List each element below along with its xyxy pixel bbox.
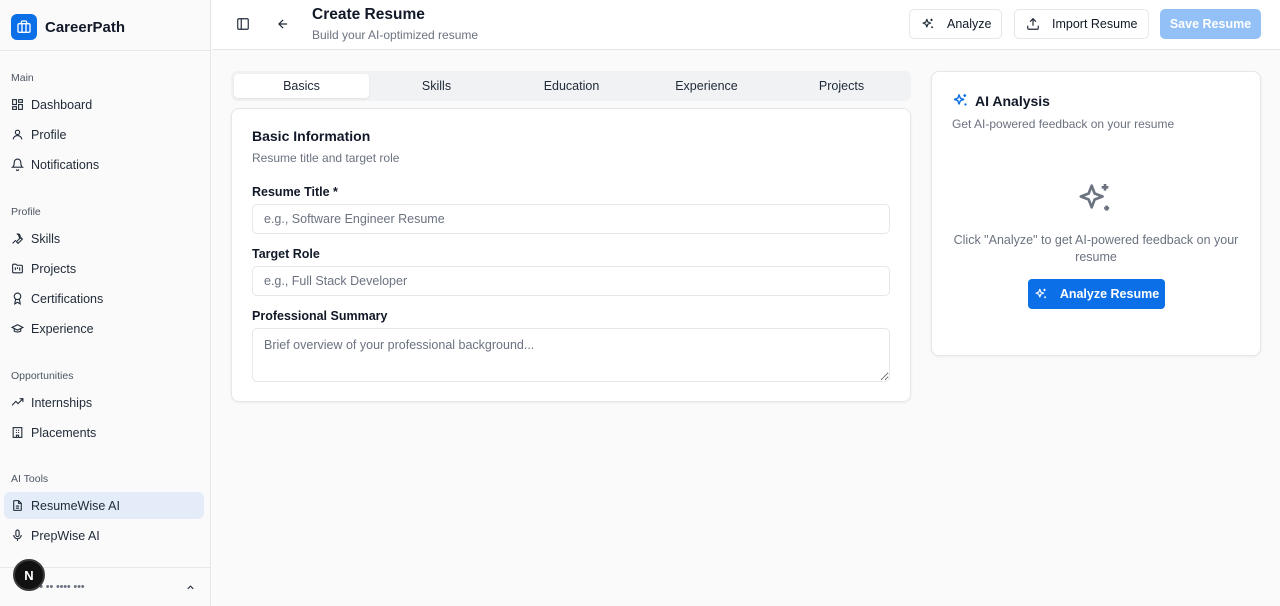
- card-subtitle: Resume title and target role: [252, 151, 400, 165]
- tab-experience[interactable]: Experience: [639, 74, 774, 98]
- sidebar-item-profile[interactable]: Profile: [4, 121, 204, 148]
- chevron-up-icon: [185, 582, 196, 593]
- app-name: CareerPath: [45, 18, 126, 36]
- sidebar-item-prepwise-ai[interactable]: PrepWise AI: [4, 522, 204, 549]
- brand[interactable]: CareerPath: [11, 13, 125, 41]
- sidebar-item-label: Projects: [31, 261, 77, 276]
- page-subtitle: Build your AI-optimized resume: [312, 28, 479, 42]
- award-icon: [11, 292, 24, 305]
- sidebar-item-dashboard[interactable]: Dashboard: [4, 91, 204, 118]
- group-label-main: Main: [11, 72, 34, 84]
- sidebar-item-internships[interactable]: Internships: [4, 389, 204, 416]
- tab-education[interactable]: Education: [504, 74, 639, 98]
- sidebar-item-certifications[interactable]: Certifications: [4, 285, 204, 312]
- sidebar-item-placements[interactable]: Placements: [4, 419, 204, 446]
- page-title: Create Resume: [312, 6, 425, 23]
- sidebar-item-label: PrepWise AI: [31, 528, 100, 543]
- dev-tools-badge[interactable]: N: [13, 559, 45, 591]
- sparkles-icon: [1034, 287, 1048, 301]
- sidebar-item-label: Profile: [31, 127, 67, 142]
- sparkles-icon: [921, 17, 935, 31]
- sidebar-item-label: ResumeWise AI: [31, 498, 120, 513]
- tab-projects[interactable]: Projects: [774, 74, 909, 98]
- building-icon: [11, 426, 24, 439]
- ai-analysis-card: AI Analysis Get AI-powered feedback on y…: [931, 71, 1261, 356]
- import-resume-button[interactable]: Import Resume: [1014, 9, 1149, 39]
- sidebar-item-projects[interactable]: Projects: [4, 255, 204, 282]
- sidebar-item-notifications[interactable]: Notifications: [4, 151, 204, 178]
- group-label-opportunities: Opportunities: [11, 370, 74, 382]
- user-icon: [11, 128, 24, 141]
- sidebar-item-skills[interactable]: Skills: [4, 225, 204, 252]
- sidebar: CareerPath Main Dashboard Profile Notifi…: [0, 0, 211, 606]
- sidebar-item-label: Placements: [31, 425, 97, 440]
- target-role-input[interactable]: [252, 266, 890, 296]
- basic-information-card: Basic Information Resume title and targe…: [231, 108, 911, 402]
- analyze-button-label: Analyze: [947, 17, 992, 31]
- trending-up-icon: [11, 396, 24, 409]
- sidebar-item-label: Skills: [31, 231, 61, 246]
- tab-skills[interactable]: Skills: [369, 74, 504, 98]
- resume-title-label: Resume Title *: [252, 185, 338, 199]
- wrench-icon: [11, 232, 24, 245]
- card-title: Basic Information: [252, 128, 371, 144]
- dashboard-icon: [11, 98, 24, 111]
- bell-icon: [11, 158, 24, 171]
- empty-state-text: Click "Analyze" to get AI-powered feedba…: [953, 233, 1239, 264]
- analyze-resume-button[interactable]: Analyze Resume: [1028, 279, 1165, 309]
- professional-summary-label: Professional Summary: [252, 309, 388, 323]
- upload-icon: [1026, 17, 1040, 31]
- sparkles-large-icon: [1075, 179, 1115, 219]
- import-resume-button-label: Import Resume: [1052, 17, 1138, 31]
- resume-section-tabs: Basics Skills Education Experience Proje…: [231, 71, 911, 101]
- save-resume-button[interactable]: Save Resume: [1160, 9, 1261, 39]
- graduation-cap-icon: [11, 322, 24, 335]
- sidebar-item-label: Notifications: [31, 157, 100, 172]
- mic-icon: [11, 529, 24, 542]
- sidebar-item-label: Experience: [31, 321, 94, 336]
- sparkles-icon: [952, 92, 969, 109]
- group-label-profile: Profile: [11, 206, 41, 218]
- back-arrow-icon[interactable]: [274, 15, 292, 33]
- sidebar-item-label: Internships: [31, 395, 93, 410]
- sidebar-item-resumewise-ai[interactable]: ResumeWise AI: [4, 492, 204, 519]
- group-label-ai-tools: AI Tools: [11, 473, 49, 485]
- sidebar-item-label: Certifications: [31, 291, 104, 306]
- divider: [0, 50, 211, 51]
- ai-analysis-header: AI Analysis: [952, 92, 1050, 109]
- header: Create Resume Build your AI-optimized re…: [212, 0, 1280, 50]
- file-text-icon: [11, 499, 24, 512]
- card-title: AI Analysis: [975, 92, 1050, 109]
- target-role-label: Target Role: [252, 247, 320, 261]
- resume-title-input[interactable]: [252, 204, 890, 234]
- tab-basics[interactable]: Basics: [234, 74, 369, 98]
- briefcase-icon: [11, 14, 37, 40]
- folder-kanban-icon: [11, 262, 24, 275]
- sidebar-toggle-icon[interactable]: [234, 15, 252, 33]
- professional-summary-textarea[interactable]: [252, 328, 890, 382]
- analyze-button[interactable]: Analyze: [909, 9, 1002, 39]
- card-subtitle: Get AI-powered feedback on your resume: [952, 117, 1175, 131]
- analyze-resume-button-label: Analyze Resume: [1059, 287, 1160, 301]
- sidebar-item-label: Dashboard: [31, 97, 93, 112]
- sidebar-item-experience[interactable]: Experience: [4, 315, 204, 342]
